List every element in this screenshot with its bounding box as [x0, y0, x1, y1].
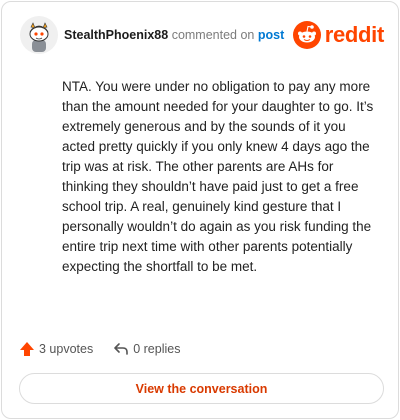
- brand-wordmark: reddit: [324, 22, 385, 47]
- action-text: commented on: [171, 28, 255, 42]
- card-header: StealthPhoenix88 commented on post reddi…: [18, 16, 384, 56]
- upvotes-count[interactable]: 3 upvotes: [19, 341, 93, 357]
- post-link[interactable]: post: [258, 28, 284, 42]
- replies-label: 0 replies: [133, 342, 181, 356]
- replies-count[interactable]: 0 replies: [113, 341, 180, 357]
- user-avatar-icon[interactable]: [20, 16, 58, 54]
- comment-meta: 3 upvotes 0 replies: [19, 339, 200, 359]
- reddit-brand[interactable]: reddit: [292, 20, 385, 50]
- byline: StealthPhoenix88 commented on post: [64, 27, 284, 43]
- comment-body: NTA. You were under no obligation to pay…: [62, 79, 374, 274]
- upvotes-label: 3 upvotes: [39, 342, 94, 356]
- upvote-arrow-icon: [20, 342, 34, 356]
- reply-arrow-icon: [114, 343, 129, 355]
- view-conversation-button[interactable]: View the conversation: [19, 373, 384, 404]
- reddit-logo-icon: [292, 21, 321, 49]
- username-link[interactable]: StealthPhoenix88: [64, 28, 168, 42]
- comment-card: StealthPhoenix88 commented on post reddi…: [1, 1, 399, 419]
